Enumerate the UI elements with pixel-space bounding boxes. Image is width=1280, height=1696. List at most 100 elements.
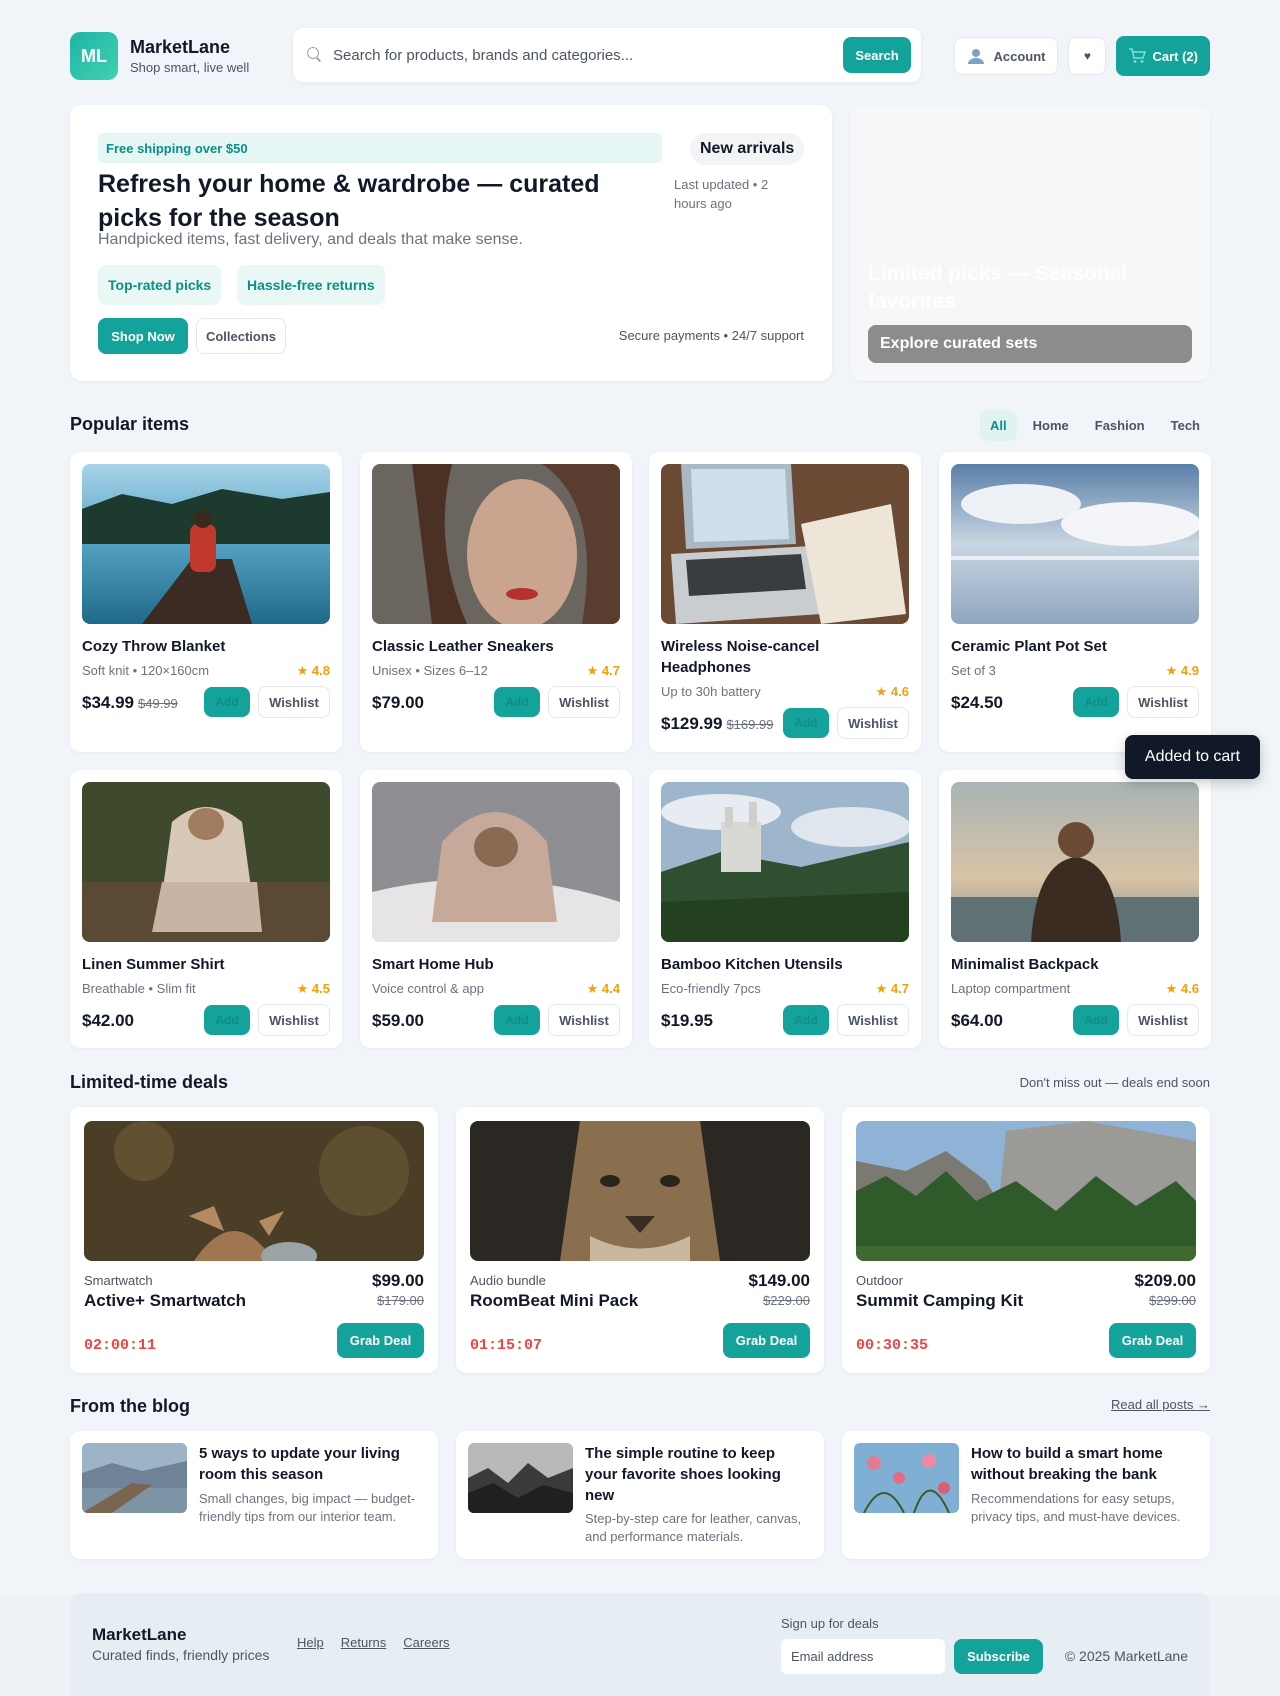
blog-post-title[interactable]: The simple routine to keep your favorite…: [585, 1443, 810, 1506]
blog-post-title[interactable]: 5 ways to update your living room this s…: [199, 1443, 424, 1485]
explore-button[interactable]: Explore curated sets: [868, 325, 1192, 363]
deal-name[interactable]: Summit Camping Kit: [856, 1291, 1023, 1311]
product-card[interactable]: Cozy Throw Blanket Soft knit • 120×160cm…: [70, 452, 342, 752]
product-name[interactable]: Ceramic Plant Pot Set: [951, 636, 1191, 657]
add-to-cart-button[interactable]: Add: [204, 1005, 250, 1035]
product-name[interactable]: Linen Summer Shirt: [82, 954, 322, 975]
product-image[interactable]: [82, 464, 330, 624]
filter-home[interactable]: Home: [1023, 410, 1079, 441]
grab-deal-button[interactable]: Grab Deal: [1109, 1323, 1196, 1358]
product-card[interactable]: Linen Summer Shirt Breathable • Slim fit…: [70, 770, 342, 1048]
logo[interactable]: ML: [70, 32, 118, 80]
brand-name[interactable]: MarketLane: [130, 37, 280, 58]
wishlist-button[interactable]: Wishlist: [837, 707, 909, 739]
wishlist-button[interactable]: Wishlist: [1127, 1004, 1199, 1036]
price-value: $59.00: [372, 1011, 424, 1030]
blog-post-title[interactable]: How to build a smart home without breaki…: [971, 1443, 1196, 1485]
header-actions: Account ♥ Cart (2): [954, 36, 1210, 76]
blog-thumbnail[interactable]: [82, 1443, 187, 1513]
wishlist-button[interactable]: Wishlist: [548, 1004, 620, 1036]
product-card[interactable]: Classic Leather Sneakers Unisex • Sizes …: [360, 452, 632, 752]
search-input[interactable]: [333, 46, 843, 64]
add-to-cart-button[interactable]: Add: [494, 1005, 540, 1035]
deal-image[interactable]: [470, 1121, 810, 1261]
product-card[interactable]: Wireless Noise-cancel Headphones Up to 3…: [649, 452, 921, 752]
deal-card[interactable]: Outdoor Summit Camping Kit $209.00 $299.…: [842, 1107, 1210, 1373]
product-rating: ★ 4.8: [297, 663, 330, 679]
wishlist-button[interactable]: Wishlist: [837, 1004, 909, 1036]
blog-post-card[interactable]: How to build a smart home without breaki…: [842, 1431, 1210, 1559]
product-image[interactable]: [951, 464, 1199, 624]
add-to-cart-button[interactable]: Add: [494, 687, 540, 717]
popular-title: Popular items: [70, 414, 190, 434]
new-arrivals-badge[interactable]: New arrivals: [690, 133, 805, 165]
blog-post-desc: Recommendations for easy setups, privacy…: [971, 1491, 1181, 1524]
grab-deal-button[interactable]: Grab Deal: [337, 1323, 424, 1358]
product-name[interactable]: Bamboo Kitchen Utensils: [661, 954, 901, 975]
email-input[interactable]: [781, 1639, 945, 1674]
price-value: $129.99: [661, 714, 723, 733]
deal-name[interactable]: RoomBeat Mini Pack: [470, 1291, 638, 1311]
add-to-cart-button[interactable]: Add: [204, 687, 250, 717]
grab-deal-button[interactable]: Grab Deal: [723, 1323, 810, 1358]
product-image[interactable]: [82, 782, 330, 942]
add-to-cart-button[interactable]: Add: [1073, 687, 1119, 717]
product-name[interactable]: Smart Home Hub: [372, 954, 612, 975]
add-to-cart-button[interactable]: Add: [783, 1005, 829, 1035]
deal-card[interactable]: Audio bundle RoomBeat Mini Pack $149.00 …: [456, 1107, 824, 1373]
product-meta: Soft knit • 120×160cm: [82, 663, 210, 678]
pill-returns[interactable]: Hassle-free returns: [237, 265, 385, 305]
pill-top-rated[interactable]: Top-rated picks: [98, 265, 222, 305]
cart-button[interactable]: Cart (2): [1116, 36, 1210, 76]
wishlist-button[interactable]: Wishlist: [258, 686, 330, 718]
help-link[interactable]: Help: [297, 1635, 324, 1650]
star-icon: ★: [875, 981, 891, 996]
marketlane-page: ML MarketLane Shop smart, live well Sear…: [0, 0, 1280, 1696]
product-name[interactable]: Cozy Throw Blanket: [82, 636, 322, 657]
wishlist-button[interactable]: ♥: [1068, 37, 1107, 75]
product-name[interactable]: Minimalist Backpack: [951, 954, 1191, 975]
product-card[interactable]: Minimalist Backpack Laptop compartment ★…: [939, 770, 1211, 1048]
deal-name[interactable]: Active+ Smartwatch: [84, 1291, 246, 1311]
product-rating: ★ 4.6: [1166, 981, 1199, 997]
hero-banner: Free shipping over $50 Refresh your home…: [70, 105, 832, 381]
read-all-posts-link[interactable]: Read all posts →: [1111, 1397, 1210, 1412]
deal-card[interactable]: Smartwatch Active+ Smartwatch $99.00 $17…: [70, 1107, 438, 1373]
returns-link[interactable]: Returns: [341, 1635, 387, 1650]
shop-now-button[interactable]: Shop Now: [98, 318, 188, 354]
deal-image[interactable]: [856, 1121, 1196, 1261]
collections-button[interactable]: Collections: [196, 318, 286, 354]
product-name[interactable]: Classic Leather Sneakers: [372, 636, 612, 657]
star-icon: ★: [1165, 981, 1181, 996]
blog-thumbnail[interactable]: [854, 1443, 959, 1513]
careers-link[interactable]: Careers: [403, 1635, 449, 1650]
account-button[interactable]: Account: [954, 37, 1059, 75]
product-card[interactable]: Ceramic Plant Pot Set Set of 3 ★ 4.9 $24…: [939, 452, 1211, 752]
filter-all[interactable]: All: [980, 410, 1017, 441]
product-image[interactable]: [661, 782, 909, 942]
blog-thumbnail[interactable]: [468, 1443, 573, 1513]
product-card[interactable]: Smart Home Hub Voice control & app ★ 4.4…: [360, 770, 632, 1048]
search-button[interactable]: Search: [843, 37, 911, 73]
wishlist-button[interactable]: Wishlist: [1127, 686, 1199, 718]
add-to-cart-button[interactable]: Add: [783, 708, 829, 738]
add-to-cart-button[interactable]: Add: [1073, 1005, 1119, 1035]
filter-fashion[interactable]: Fashion: [1085, 410, 1155, 441]
product-image[interactable]: [372, 464, 620, 624]
wishlist-button[interactable]: Wishlist: [258, 1004, 330, 1036]
product-card[interactable]: Bamboo Kitchen Utensils Eco-friendly 7pc…: [649, 770, 921, 1048]
deal-timer: 01:15:07: [470, 1337, 543, 1354]
product-image[interactable]: [951, 782, 1199, 942]
wishlist-button[interactable]: Wishlist: [548, 686, 620, 718]
brand-tagline: Shop smart, live well: [130, 60, 250, 75]
blog-post-card[interactable]: The simple routine to keep your favorite…: [456, 1431, 824, 1559]
filter-tech[interactable]: Tech: [1161, 410, 1210, 441]
product-price: $34.99 $49.99: [82, 693, 178, 713]
blog-post-card[interactable]: 5 ways to update your living room this s…: [70, 1431, 438, 1559]
product-rating: ★ 4.7: [876, 981, 909, 997]
deal-image[interactable]: [84, 1121, 424, 1261]
subscribe-button[interactable]: Subscribe: [954, 1639, 1043, 1674]
product-name[interactable]: Wireless Noise-cancel Headphones: [661, 636, 901, 678]
product-image[interactable]: [661, 464, 909, 624]
product-image[interactable]: [372, 782, 620, 942]
